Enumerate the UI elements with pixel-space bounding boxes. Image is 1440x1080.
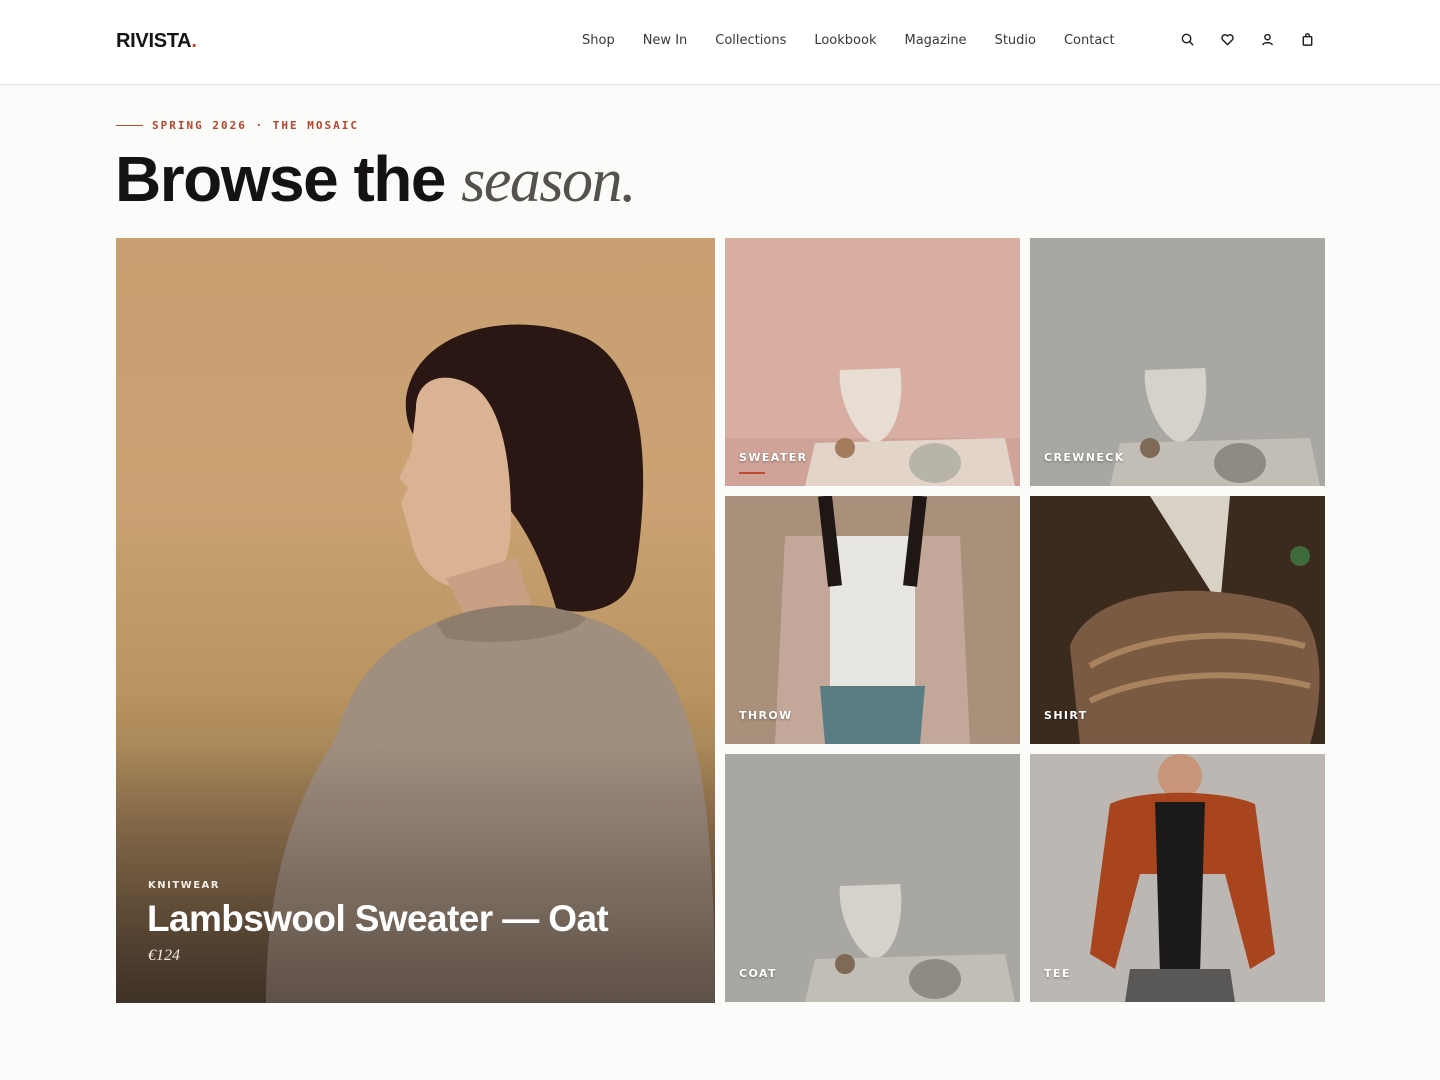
- nav-item-collections[interactable]: Collections: [715, 33, 786, 48]
- feature-title: Lambswool Sweater — Oat: [147, 898, 609, 939]
- coat-image: [725, 754, 1020, 1002]
- nav-item-new-in[interactable]: New In: [643, 33, 688, 48]
- title-italic: season.: [461, 147, 636, 215]
- active-underline: [739, 472, 765, 474]
- heart-icon[interactable]: [1218, 30, 1236, 48]
- search-icon[interactable]: [1178, 30, 1196, 48]
- category-tile-sweater[interactable]: SWEATER: [725, 238, 1020, 486]
- brand-logo[interactable]: RIVISTA.: [116, 30, 197, 53]
- hero-eyebrow: SPRING 2026 · THE MOSAIC: [116, 119, 359, 132]
- feature-category: KNITWEAR: [148, 880, 220, 891]
- nav-item-studio[interactable]: Studio: [995, 33, 1036, 48]
- feature-shade: [116, 743, 715, 1003]
- throw-image: [725, 496, 1020, 744]
- eyebrow-rule: [116, 125, 143, 126]
- category-tile-shirt[interactable]: SHIRT: [1030, 496, 1325, 744]
- user-icon[interactable]: [1258, 30, 1276, 48]
- tile-label: COAT: [739, 967, 777, 980]
- nav-item-contact[interactable]: Contact: [1064, 33, 1115, 48]
- tile-label: SHIRT: [1044, 709, 1088, 722]
- brand-dot: .: [191, 30, 197, 52]
- tee-image: [1030, 754, 1325, 1002]
- category-tile-coat[interactable]: COAT: [725, 754, 1020, 1002]
- site-header: RIVISTA. Shop New In Collections Lookboo…: [0, 0, 1440, 85]
- page-title: Browse the season.: [115, 143, 637, 215]
- tile-label: CREWNECK: [1044, 451, 1125, 464]
- crewneck-image: [1030, 238, 1325, 486]
- feature-product-card[interactable]: KNITWEAR Lambswool Sweater — Oat €124: [116, 238, 715, 1003]
- title-main: Browse the: [115, 143, 446, 215]
- sweater-image: [725, 238, 1020, 486]
- eyebrow-text: SPRING 2026 · THE MOSAIC: [152, 119, 359, 132]
- main-nav: Shop New In Collections Lookbook Magazin…: [582, 33, 1143, 48]
- bag-icon[interactable]: [1298, 30, 1316, 48]
- nav-item-lookbook[interactable]: Lookbook: [814, 33, 876, 48]
- shirt-image: [1030, 496, 1325, 744]
- feature-price: €124: [148, 947, 180, 964]
- tile-label: SWEATER: [739, 451, 808, 464]
- nav-item-shop[interactable]: Shop: [582, 33, 615, 48]
- tile-label: THROW: [739, 709, 793, 722]
- tile-label: TEE: [1044, 967, 1071, 980]
- header-actions: [1178, 30, 1338, 48]
- category-tile-crewneck[interactable]: CREWNECK: [1030, 238, 1325, 486]
- category-tile-throw[interactable]: THROW: [725, 496, 1020, 744]
- brand-name: RIVISTA: [116, 30, 192, 52]
- category-tile-tee[interactable]: TEE: [1030, 754, 1325, 1002]
- nav-item-magazine[interactable]: Magazine: [904, 33, 966, 48]
